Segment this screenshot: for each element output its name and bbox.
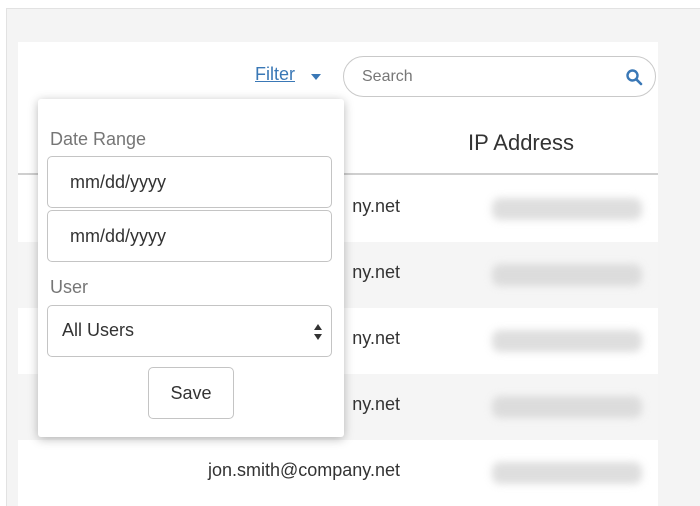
date-end-input[interactable] xyxy=(47,210,332,262)
date-start-input[interactable] xyxy=(47,156,332,208)
user-select[interactable]: All Users xyxy=(47,305,332,357)
table-row: jon.smith@company.net xyxy=(18,440,658,506)
search-icon[interactable] xyxy=(625,68,643,86)
chevron-down-icon[interactable] xyxy=(311,74,321,80)
search-input[interactable] xyxy=(360,65,610,89)
column-header-ip-address: IP Address xyxy=(468,130,574,155)
user-label: User xyxy=(50,277,89,297)
row-email: ny.net xyxy=(352,196,400,216)
row-email: ny.net xyxy=(352,328,400,348)
row-ip-redacted xyxy=(492,198,642,220)
filter-dropdown: Date Range User All Users Save xyxy=(38,99,344,437)
date-range-label: Date Range xyxy=(50,129,147,149)
row-ip-redacted xyxy=(492,462,642,484)
filter-link[interactable]: Filter xyxy=(255,64,295,85)
user-select-value: All Users xyxy=(62,320,135,340)
row-email: ny.net xyxy=(352,394,400,414)
row-ip-redacted xyxy=(492,264,642,286)
row-email: jon.smith@company.net xyxy=(207,460,400,480)
row-ip-redacted xyxy=(492,330,642,352)
row-email: ny.net xyxy=(352,262,400,282)
save-button[interactable]: Save xyxy=(148,367,234,419)
row-ip-redacted xyxy=(492,396,642,418)
select-arrows-icon xyxy=(314,324,322,340)
search-box[interactable] xyxy=(343,56,656,97)
